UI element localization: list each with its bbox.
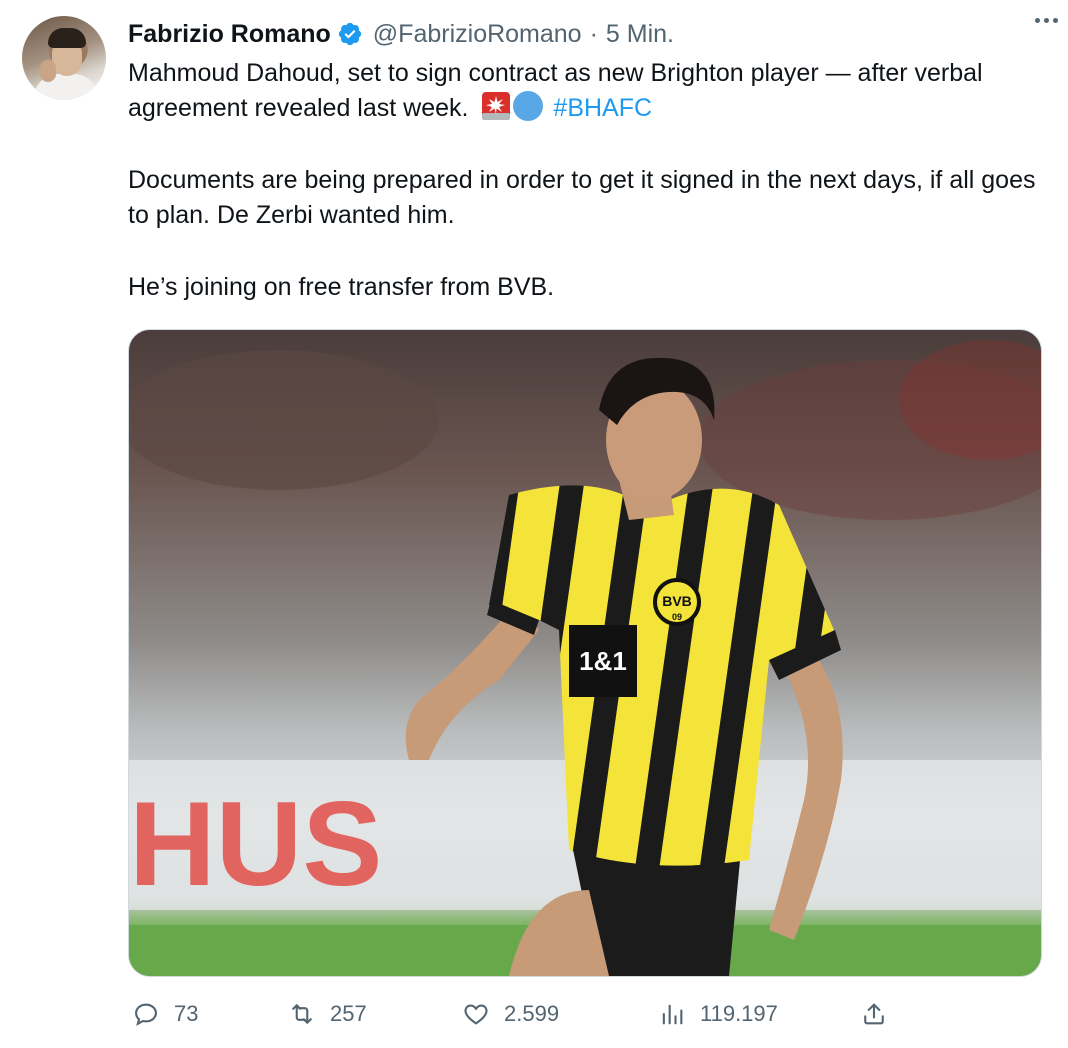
hashtag-link[interactable]: #BHAFC [553,94,652,122]
verified-badge-icon [338,22,361,46]
reply-icon [135,1003,157,1026]
author-handle[interactable]: @FabrizioRomano [373,20,582,49]
separator-dot: · [589,19,598,48]
author-avatar[interactable] [22,16,106,100]
blue-circle-emoji-icon [513,91,544,121]
reply-count: 73 [174,1001,199,1026]
share-icon [864,1003,884,1025]
retweet-button[interactable]: 257 [288,1000,367,1028]
author-name[interactable]: Fabrizio Romano [128,20,331,49]
tweet-media-image[interactable]: HUS 1&1 BVB 09 [128,329,1042,977]
tweet-paragraph-1: Mahmoud Dahoud, set to sign contract as … [128,56,1038,126]
retweet-icon [292,1004,312,1024]
like-button[interactable]: 2.599 [462,1000,559,1028]
tweet-body: Mahmoud Dahoud, set to sign contract as … [128,56,1038,305]
tweet-actions: 73 257 2.599 119.197 [128,1000,898,1036]
reply-button[interactable]: 73 [132,1000,198,1028]
jersey-sponsor: 1&1 [579,646,627,676]
more-icon[interactable] [1035,18,1058,23]
siren-emoji-icon [482,92,511,120]
retweet-count: 257 [330,1001,367,1026]
views-button[interactable]: 119.197 [658,1000,778,1028]
views-icon [662,1004,683,1025]
tweet-timestamp[interactable]: 5 Min. [606,20,674,49]
tweet-paragraph-3: He’s joining on free transfer from BVB. [128,273,555,301]
share-button[interactable] [860,1000,888,1028]
crest-year: 09 [672,612,682,622]
tweet-paragraph-2: Documents are being prepared in order to… [128,166,1036,229]
like-icon [464,1004,488,1025]
like-count: 2.599 [504,1001,560,1026]
crest-text: BVB [662,593,692,609]
views-count: 119.197 [700,1001,778,1026]
avatar-hair [48,28,86,48]
board-text: HUS [129,777,382,911]
avatar-hand [40,60,56,82]
tweet-header: Fabrizio Romano @FabrizioRomano · 5 Min. [128,16,1048,52]
player-photo: HUS 1&1 BVB 09 [129,340,1041,976]
